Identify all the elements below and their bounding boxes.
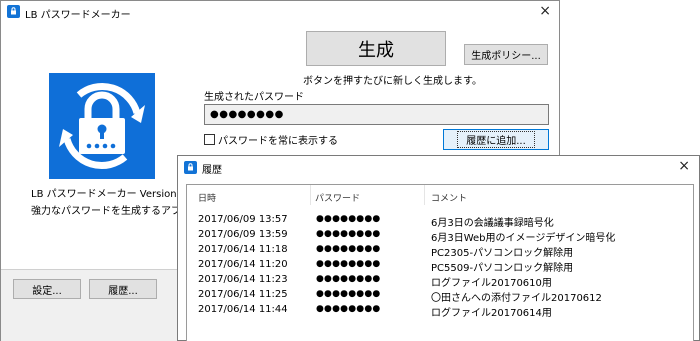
row-date: 2017/06/14 11:44 (198, 304, 288, 315)
row-comment: ログファイル20170614用 (431, 308, 552, 319)
row-comment: ログファイル20170610用 (431, 278, 552, 289)
row-password: ●●●●●●●● (316, 289, 381, 299)
lock-refresh-icon (49, 73, 155, 179)
row-comment: PC2305-パソコンロック解除用 (431, 248, 574, 259)
table-row[interactable]: 2017/06/14 11:25 ●●●●●●●● 〇田さんへの添付ファイル20… (187, 288, 693, 304)
row-password: ●●●●●●●● (316, 244, 381, 254)
history-window: 履歴 × 日時 パスワード コメント 2017/06/09 13:57 ●●●●… (177, 155, 700, 341)
history-button[interactable]: 履歴... (89, 279, 157, 299)
row-date: 2017/06/09 13:59 (198, 229, 288, 240)
table-row[interactable]: 2017/06/09 13:57 ●●●●●●●● 6月3日の会議議事録暗号化 (187, 213, 693, 229)
policy-button[interactable]: 生成ポリシー... (464, 44, 548, 65)
history-window-title: 履歴 (202, 165, 222, 176)
row-comment: PC5509-パソコンロック解除用 (431, 263, 574, 274)
row-password: ●●●●●●●● (316, 229, 381, 239)
generate-button[interactable]: 生成 (306, 31, 446, 66)
checkbox-box[interactable] (204, 134, 215, 145)
table-row[interactable]: 2017/06/14 11:18 ●●●●●●●● PC2305-パソコンロック… (187, 243, 693, 259)
window-title: LB パスワードメーカー (25, 10, 131, 21)
row-date: 2017/06/14 11:23 (198, 274, 288, 285)
row-password: ●●●●●●●● (316, 259, 381, 269)
column-header-date[interactable]: 日時 (198, 191, 216, 204)
row-password: ●●●●●●●● (316, 274, 381, 284)
column-divider (424, 185, 425, 205)
row-comment: 6月3日の会議議事録暗号化 (431, 218, 554, 229)
history-list[interactable]: 日時 パスワード コメント 2017/06/09 13:57 ●●●●●●●● … (186, 184, 694, 341)
settings-button[interactable]: 設定... (13, 279, 81, 299)
table-row[interactable]: 2017/06/09 13:59 ●●●●●●●● 6月3日Web用のイメージデ… (187, 228, 693, 244)
app-icon (7, 5, 20, 18)
show-password-checkbox[interactable]: パスワードを常に表示する (204, 132, 338, 147)
close-icon[interactable]: × (539, 4, 551, 18)
table-row[interactable]: 2017/06/14 11:44 ●●●●●●●● ログファイル20170614… (187, 303, 693, 319)
table-row[interactable]: 2017/06/14 11:23 ●●●●●●●● ログファイル20170610… (187, 273, 693, 289)
add-to-history-button[interactable]: 履歴に追加... (443, 129, 549, 150)
column-divider (310, 185, 311, 205)
show-password-label: パスワードを常に表示する (218, 136, 338, 147)
row-date: 2017/06/09 13:57 (198, 214, 288, 225)
row-comment: 6月3日Web用のイメージデザイン暗号化 (431, 233, 616, 244)
column-header-comment[interactable]: コメント (431, 191, 467, 204)
title-bar: LB パスワードメーカー × (1, 1, 559, 23)
add-to-history-label: 履歴に追加... (457, 131, 535, 148)
row-date: 2017/06/14 11:18 (198, 244, 288, 255)
close-icon[interactable]: × (678, 159, 690, 173)
list-header: 日時 パスワード コメント (187, 185, 693, 205)
row-date: 2017/06/14 11:20 (198, 259, 288, 270)
row-comment: 〇田さんへの添付ファイル20170612 (431, 293, 602, 304)
generate-hint: ボタンを押すたびに新しく生成します。 (303, 76, 482, 87)
row-password: ●●●●●●●● (316, 304, 381, 314)
generated-password-label: 生成されたパスワード (204, 92, 304, 103)
column-header-password[interactable]: パスワード (315, 191, 360, 204)
password-field[interactable]: ●●●●●●●● (204, 104, 549, 125)
row-date: 2017/06/14 11:25 (198, 289, 288, 300)
row-password: ●●●●●●●● (316, 214, 381, 224)
history-app-icon (184, 161, 197, 174)
table-row[interactable]: 2017/06/14 11:20 ●●●●●●●● PC5509-パソコンロック… (187, 258, 693, 274)
